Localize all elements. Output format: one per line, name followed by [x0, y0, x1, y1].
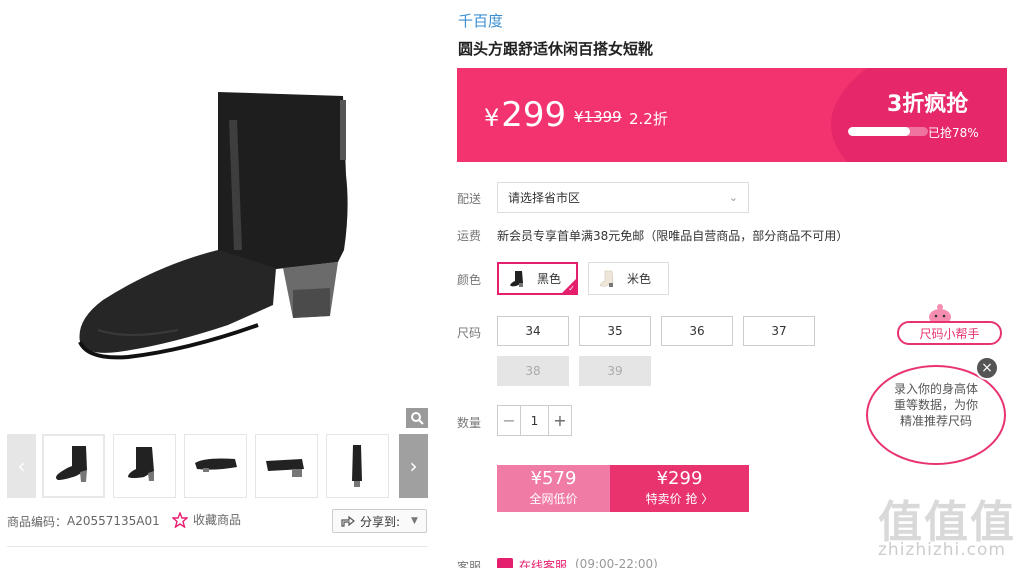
close-icon[interactable]: ×: [975, 356, 999, 380]
color-option-label: 黑色: [537, 272, 562, 286]
delivery-label: 配送: [457, 192, 482, 206]
caret-down-icon: ▼: [411, 516, 418, 526]
size-helper-text-line: 录入你的身高体: [893, 382, 978, 396]
star-icon: [172, 511, 188, 528]
buy-now-label: 特卖价 抢 〉: [645, 492, 714, 506]
quantity-plus-button[interactable]: +: [549, 406, 571, 435]
thumbnail-4[interactable]: [255, 434, 318, 498]
current-price: ¥ 299: [484, 95, 566, 135]
market-price-label: 全网低价: [529, 492, 578, 506]
divider: [7, 546, 428, 547]
thumbnail-3[interactable]: [184, 434, 247, 498]
chevron-right-icon: ›: [409, 454, 418, 478]
size-option-34[interactable]: 34: [497, 316, 569, 346]
size-helper-text-line: 重等数据，为你: [893, 398, 978, 412]
region-select-placeholder: 请选择省市区: [508, 191, 581, 205]
sale-price: ¥299: [656, 468, 703, 489]
size-option-36[interactable]: 36: [661, 316, 733, 346]
color-option-label: 米色: [627, 272, 652, 286]
size-helper-bubble[interactable]: 录入你的身高体 重等数据，为你 精准推荐尺码: [866, 365, 1006, 465]
quantity-stepper: − 1 +: [497, 405, 572, 436]
color-label: 颜色: [457, 273, 482, 287]
online-service-link[interactable]: 在线客服: [519, 557, 567, 568]
quantity-label: 数量: [457, 416, 482, 430]
watermark-site: zhizhizhi.com: [878, 540, 1006, 560]
quantity-minus-button[interactable]: −: [498, 406, 520, 435]
size-option-35[interactable]: 35: [579, 316, 651, 346]
size-label: 尺码: [457, 326, 482, 340]
sold-progress-bar: [848, 127, 928, 136]
sold-progress-fill: [848, 127, 911, 136]
size-option-38: 38: [497, 356, 569, 386]
flash-sale-title: 3折疯抢: [887, 92, 969, 117]
price-banner: ¥ 299 ¥1399 2.2折 3折疯抢 已抢78%: [457, 68, 1007, 162]
color-option-beige[interactable]: 米色: [588, 262, 669, 295]
black-boot-swatch: [510, 270, 523, 287]
product-title: 圆头方跟舒适休闲百搭女短靴: [458, 40, 654, 58]
thumbnail-strip: ‹ ›: [7, 434, 428, 498]
brand-link[interactable]: 千百度: [458, 10, 503, 31]
thumbnail-2[interactable]: [113, 434, 176, 498]
size-option-39: 39: [579, 356, 651, 386]
original-price: ¥1399: [574, 108, 622, 126]
discount-rate: 2.2折: [629, 110, 668, 128]
main-product-image[interactable]: [8, 0, 428, 428]
beige-boot-swatch: [599, 270, 614, 287]
current-price-value: 299: [501, 95, 567, 135]
buy-now-button[interactable]: ¥299 特卖价 抢 〉: [610, 465, 749, 512]
product-code-value: A20557135A01: [67, 514, 160, 528]
zoom-icon[interactable]: [406, 408, 428, 428]
chevron-left-icon: ‹: [17, 454, 26, 478]
chat-icon: [497, 558, 513, 568]
favorite-label: 收藏商品: [193, 513, 242, 527]
thumb-next-button[interactable]: ›: [399, 434, 428, 498]
size-helper-text-line: 精准推荐尺码: [899, 414, 972, 428]
region-select[interactable]: 请选择省市区 ⌄: [497, 182, 749, 213]
chevron-down-icon: ⌄: [728, 191, 738, 204]
product-code-label: 商品编码：: [7, 514, 68, 529]
favorite-button[interactable]: 收藏商品: [172, 511, 241, 528]
market-price-box: ¥579 全网低价: [497, 465, 610, 512]
share-dropdown[interactable]: 分享到: ▼: [332, 509, 427, 533]
service-label: 客服: [457, 560, 482, 568]
size-option-37[interactable]: 37: [743, 316, 815, 346]
service-hours: (09:00-22:00): [575, 557, 658, 568]
share-icon: [341, 515, 355, 527]
size-helper-tag[interactable]: 尺码小帮手: [897, 321, 1002, 345]
quantity-input[interactable]: 1: [520, 406, 549, 435]
color-option-black[interactable]: 黑色 ✓: [497, 262, 578, 295]
shipping-text: 新会员专享首单满38元免邮（限唯品自营商品，部分商品不可用）: [497, 229, 849, 243]
currency-symbol: ¥: [484, 104, 500, 132]
shipping-label: 运费: [457, 229, 482, 243]
share-label: 分享到:: [360, 514, 401, 529]
check-icon: ✓: [568, 284, 575, 293]
market-price: ¥579: [530, 468, 577, 489]
sold-progress-label: 已抢78%: [928, 126, 979, 140]
thumbnail-1[interactable]: [42, 434, 105, 498]
thumb-prev-button[interactable]: ‹: [7, 434, 36, 498]
thumbnail-5[interactable]: [326, 434, 389, 498]
